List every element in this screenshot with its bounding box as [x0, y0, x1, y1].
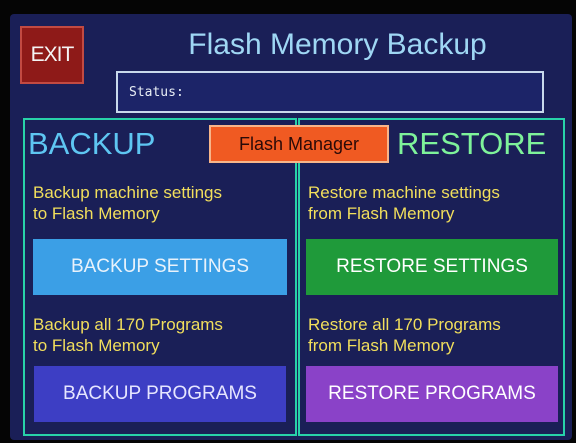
backup-settings-button[interactable]: BACKUP SETTINGS [33, 239, 287, 295]
restore-programs-button[interactable]: RESTORE PROGRAMS [306, 366, 558, 422]
flash-manager-button[interactable]: Flash Manager [209, 125, 389, 163]
exit-button[interactable]: EXIT [20, 26, 84, 84]
backup-programs-button[interactable]: BACKUP PROGRAMS [34, 366, 286, 422]
restore-settings-button[interactable]: RESTORE SETTINGS [306, 239, 558, 295]
restore-programs-description: Restore all 170 Programs from Flash Memo… [308, 314, 501, 356]
restore-settings-description-line1: Restore machine settings [308, 183, 500, 202]
status-field: Status: [116, 71, 544, 113]
restore-programs-description-line2: from Flash Memory [308, 336, 455, 355]
backup-programs-description: Backup all 170 Programs to Flash Memory [33, 314, 223, 356]
restore-programs-description-line1: Restore all 170 Programs [308, 315, 501, 334]
backup-settings-description-line1: Backup machine settings [33, 183, 222, 202]
restore-settings-description-line2: from Flash Memory [308, 204, 455, 223]
status-label: Status: [129, 85, 184, 100]
page-title: Flash Memory Backup [188, 28, 487, 61]
restore-settings-description: Restore machine settings from Flash Memo… [308, 182, 500, 224]
backup-settings-description-line2: to Flash Memory [33, 204, 160, 223]
restore-section-title: RESTORE [397, 126, 547, 161]
backup-settings-description: Backup machine settings to Flash Memory [33, 182, 222, 224]
backup-programs-description-line1: Backup all 170 Programs [33, 315, 223, 334]
backup-programs-description-line2: to Flash Memory [33, 336, 160, 355]
backup-section-title: BACKUP [28, 126, 156, 161]
